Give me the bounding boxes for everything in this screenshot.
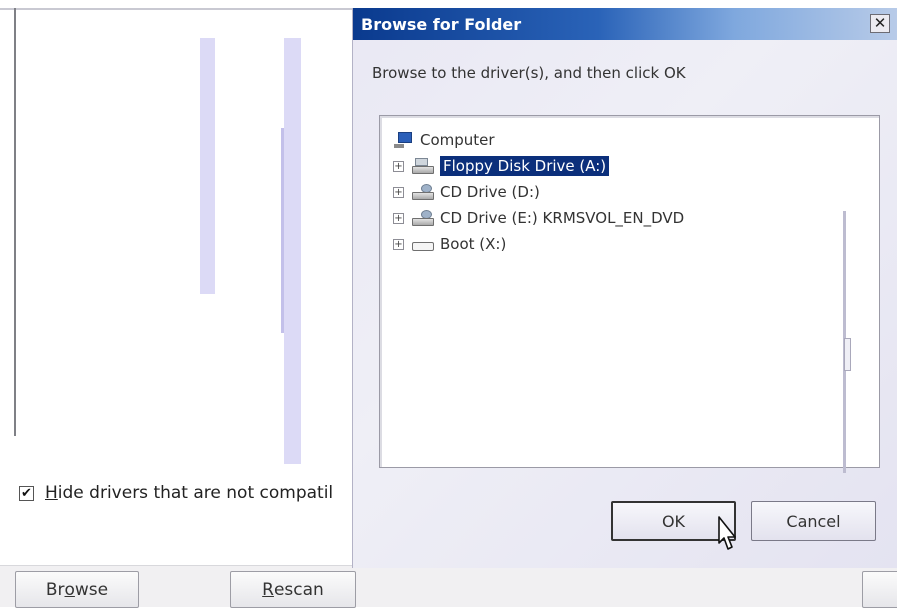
expand-icon[interactable]: +	[393, 186, 404, 198]
browse-label-pre: Br	[45, 579, 65, 600]
dialog-title: Browse for Folder	[361, 14, 522, 34]
tree-item-label: CD Drive (E:) KRMSVOL_EN_DVD	[440, 209, 685, 227]
tree-item-label: Boot (X:)	[440, 235, 507, 253]
browse-button[interactable]: Br o wse	[15, 571, 139, 608]
cancel-button[interactable]: Cancel	[751, 501, 876, 541]
checkmark-icon: ✔	[21, 485, 32, 501]
tree-item-label: CD Drive (D:)	[440, 183, 540, 201]
close-icon: ✕	[873, 14, 887, 32]
browse-label-accel: o	[64, 579, 75, 600]
dialog-title-bar[interactable]: Browse for Folder ✕	[353, 8, 897, 40]
list-left-border	[14, 8, 16, 436]
tree-item-label: Computer	[420, 131, 495, 149]
hide-incompatible-row[interactable]: ✔ Hide drivers that are not compatil	[19, 480, 333, 506]
expand-icon[interactable]: +	[393, 212, 404, 224]
tree-item-cd-e[interactable]: + CD Drive (E:) KRMSVOL_EN_DVD	[393, 206, 684, 230]
folder-tree[interactable]: Computer + Floppy Disk Drive (A:) + CD D…	[379, 115, 880, 473]
close-button[interactable]: ✕	[870, 14, 890, 33]
hide-incompatible-accel: H	[45, 483, 58, 503]
expand-icon[interactable]: +	[393, 160, 404, 172]
rescan-label-post: escan	[273, 579, 324, 600]
computer-icon	[394, 132, 414, 148]
hard-drive-icon	[412, 236, 434, 252]
mouse-pointer-icon	[718, 516, 736, 550]
tree-item-boot[interactable]: + Boot (X:)	[393, 232, 506, 256]
rescan-label-accel: R	[262, 579, 274, 600]
hide-incompatible-text: ide drivers that are not compatil	[57, 483, 334, 503]
cd-drive-icon	[412, 210, 434, 226]
scrollbar-thumb[interactable]	[844, 338, 851, 371]
expand-icon[interactable]: +	[393, 238, 404, 250]
hide-incompatible-label[interactable]: Hide drivers that are not compatil	[45, 483, 333, 503]
rescan-button[interactable]: Rescan	[230, 571, 356, 608]
browse-for-folder-dialog: Browse for Folder ✕ Browse to the driver…	[352, 8, 897, 568]
browse-label-post: wse	[74, 579, 109, 600]
hide-incompatible-checkbox[interactable]: ✔	[19, 485, 34, 501]
floppy-drive-icon	[412, 158, 434, 174]
cd-drive-icon	[412, 184, 434, 200]
tree-item-label: Floppy Disk Drive (A:)	[440, 156, 610, 176]
decorative-stripe	[281, 38, 301, 464]
dialog-instruction: Browse to the driver(s), and then click …	[372, 64, 686, 82]
window-top-border	[0, 8, 360, 10]
tree-item-floppy[interactable]: + Floppy Disk Drive (A:)	[393, 154, 610, 178]
tree-item-cd-d[interactable]: + CD Drive (D:)	[393, 180, 540, 204]
partial-button[interactable]	[862, 571, 897, 608]
decorative-stripe	[200, 38, 215, 294]
tree-item-computer[interactable]: Computer	[394, 128, 495, 152]
